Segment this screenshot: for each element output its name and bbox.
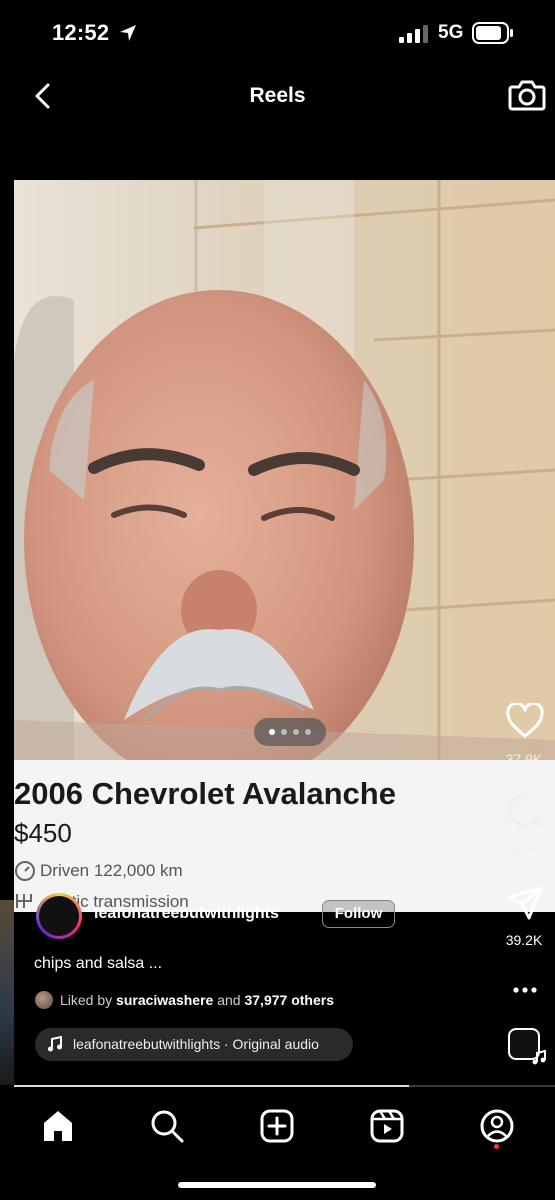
comment-icon[interactable] <box>507 792 543 828</box>
carousel-dot <box>305 729 311 735</box>
video-progress-bar[interactable] <box>14 1085 555 1087</box>
search-icon[interactable] <box>149 1108 185 1144</box>
liker-avatar <box>35 991 53 1009</box>
reel-photo <box>14 180 555 760</box>
more-options-icon[interactable] <box>510 980 540 1000</box>
author-avatar[interactable] <box>36 893 82 939</box>
home-icon[interactable] <box>40 1108 76 1144</box>
bottom-nav <box>0 1096 555 1200</box>
listing-panel: 2006 Chevrolet Avalanche $450 Driven 122… <box>14 760 555 912</box>
network-label: 5G <box>438 22 464 43</box>
camera-icon[interactable] <box>508 77 546 113</box>
signal-bars-icon <box>399 25 428 43</box>
reels-icon[interactable] <box>369 1108 405 1144</box>
home-indicator[interactable] <box>178 1182 376 1188</box>
listing-title: 2006 Chevrolet Avalanche <box>14 776 396 811</box>
share-count[interactable]: 39.2K <box>494 932 554 948</box>
location-arrow-icon <box>120 25 136 41</box>
heart-icon[interactable] <box>506 703 544 739</box>
notification-dot <box>494 1144 499 1149</box>
listing-price: $450 <box>14 818 72 848</box>
transmission-icon <box>16 894 32 908</box>
carousel-dot <box>281 729 287 735</box>
author-username[interactable]: leafonatreebutwithlights <box>94 905 279 923</box>
original-audio-button[interactable]: leafonatreebutwithlights · Original audi… <box>35 1028 353 1061</box>
like-count[interactable]: 37.9K <box>494 751 554 767</box>
carousel-indicator <box>254 718 326 746</box>
page-title: Reels <box>249 84 306 107</box>
comment-count[interactable]: 134 <box>494 840 554 856</box>
audio-label: leafonatreebutwithlights · Original audi… <box>73 1036 319 1052</box>
listing-mileage: Driven 122,000 km <box>40 861 183 880</box>
liked-by-text[interactable]: Liked by suraciwashere and 37,977 others <box>60 992 334 1008</box>
previous-reel-edge <box>0 900 14 1085</box>
reel-caption[interactable]: chips and salsa ... <box>34 955 162 973</box>
carousel-dot <box>269 729 275 735</box>
music-note-icon <box>532 1050 546 1065</box>
speedometer-icon <box>15 861 35 881</box>
profile-icon[interactable] <box>479 1108 515 1144</box>
follow-button[interactable]: Follow <box>322 900 395 928</box>
music-note-icon <box>48 1036 62 1052</box>
create-icon[interactable] <box>259 1108 295 1144</box>
battery-icon <box>472 22 513 44</box>
status-time: 12:52 <box>52 20 110 45</box>
video-progress-fill <box>14 1085 409 1087</box>
reel-video[interactable]: 2006 Chevrolet Avalanche $450 Driven 122… <box>14 180 555 912</box>
send-icon[interactable] <box>507 885 543 921</box>
carousel-dot <box>293 729 299 735</box>
